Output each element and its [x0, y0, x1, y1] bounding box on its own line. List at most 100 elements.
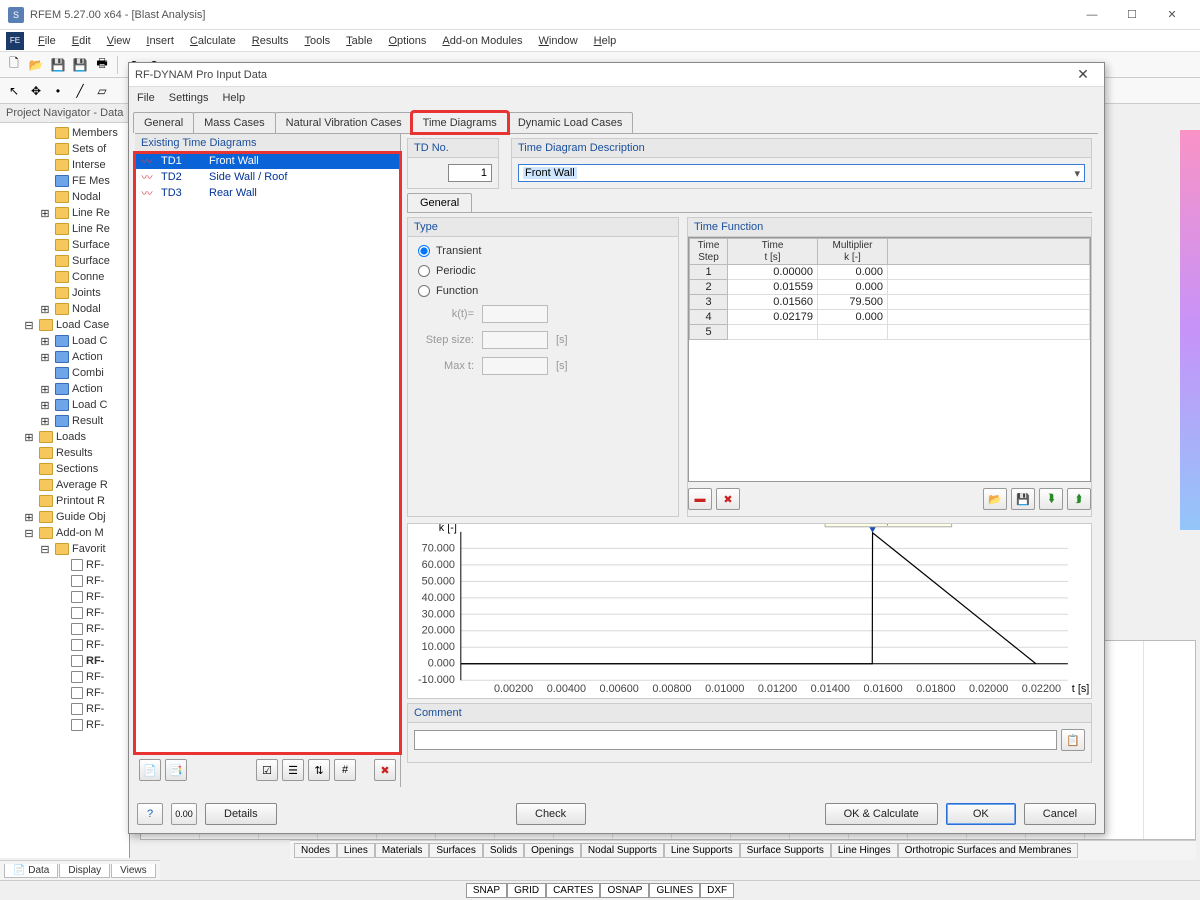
nav-item[interactable]: ⊞Load C — [2, 333, 127, 349]
dlg-menu-file[interactable]: File — [137, 92, 155, 104]
nav-item[interactable]: ⊞Action — [2, 349, 127, 365]
td-desc-combo[interactable]: Front Wall ▾ — [518, 164, 1085, 182]
nav-item[interactable]: Sets of — [2, 141, 127, 157]
td-list-item[interactable]: 〰TD3Rear Wall — [135, 185, 400, 201]
dlg-menu-settings[interactable]: Settings — [169, 92, 209, 104]
import-button[interactable]: 📂 — [983, 488, 1007, 510]
nav-item[interactable]: ⊟Load Case — [2, 317, 127, 333]
view-tab[interactable]: Openings — [524, 843, 581, 858]
dlg-menu-help[interactable]: Help — [222, 92, 245, 104]
status-grid[interactable]: GRID — [507, 883, 546, 898]
status-snap[interactable]: SNAP — [466, 883, 507, 898]
nav-item[interactable]: FE Mes — [2, 173, 127, 189]
line-icon[interactable]: ╱ — [70, 81, 90, 101]
close-button[interactable]: ✕ — [1152, 3, 1192, 27]
radio-transient[interactable]: Transient — [418, 245, 668, 257]
print-icon[interactable]: 🖶 — [92, 55, 112, 75]
menu-add-on modules[interactable]: Add-on Modules — [434, 33, 530, 49]
menu-table[interactable]: Table — [338, 33, 380, 49]
help-button[interactable]: ? — [137, 803, 163, 825]
view-tab[interactable]: Line Hinges — [831, 843, 898, 858]
nav-tab-data[interactable]: 📄 Data — [4, 864, 58, 878]
view-tab[interactable]: Lines — [337, 843, 375, 858]
view-tab[interactable]: Line Supports — [664, 843, 740, 858]
nav-item[interactable]: RF- — [2, 701, 127, 717]
select-button[interactable]: ☰ — [282, 759, 304, 781]
nav-item[interactable]: ⊞Loads — [2, 429, 127, 445]
node-icon[interactable]: • — [48, 81, 68, 101]
status-cartes[interactable]: CARTES — [546, 883, 600, 898]
nav-item[interactable]: ⊟Add-on M — [2, 525, 127, 541]
maximize-button[interactable]: ☐ — [1112, 3, 1152, 27]
minimize-button[interactable]: — — [1072, 3, 1112, 27]
new-icon[interactable]: 🗋 — [4, 55, 24, 75]
status-dxf[interactable]: DXF — [700, 883, 734, 898]
cancel-button[interactable]: Cancel — [1024, 803, 1096, 825]
nav-item[interactable]: RF- — [2, 685, 127, 701]
units-button[interactable]: 0.00 — [171, 803, 197, 825]
nav-item[interactable]: RF- — [2, 669, 127, 685]
nav-item[interactable]: RF- — [2, 589, 127, 605]
menu-insert[interactable]: Insert — [138, 33, 182, 49]
view-tab[interactable]: Surface Supports — [740, 843, 831, 858]
nav-item[interactable]: ⊞Guide Obj — [2, 509, 127, 525]
status-glines[interactable]: GLINES — [649, 883, 700, 898]
nav-item[interactable]: RF- — [2, 717, 127, 733]
nav-item[interactable]: Printout R — [2, 493, 127, 509]
td-list-item[interactable]: 〰TD1Front Wall — [135, 153, 400, 169]
comment-input[interactable] — [414, 730, 1057, 750]
nav-item[interactable]: RF- — [2, 573, 127, 589]
nav-item[interactable]: ⊞Line Re — [2, 205, 127, 221]
status-osnap[interactable]: OSNAP — [600, 883, 649, 898]
tab-mass-cases[interactable]: Mass Cases — [193, 112, 276, 133]
nav-item[interactable]: ⊞Load C — [2, 397, 127, 413]
nav-item[interactable]: Line Re — [2, 221, 127, 237]
details-button[interactable]: Details — [205, 803, 277, 825]
nav-item[interactable]: RF- — [2, 557, 127, 573]
renumber-button[interactable]: # — [334, 759, 356, 781]
tab-dynamic-load-cases[interactable]: Dynamic Load Cases — [507, 112, 634, 133]
open-icon[interactable]: 📂 — [26, 55, 46, 75]
nav-tab-views[interactable]: Views — [111, 864, 156, 878]
tab-time-diagrams[interactable]: Time Diagrams — [412, 112, 508, 133]
delete-row-button[interactable]: ▬ — [688, 488, 712, 510]
nav-item[interactable]: Joints — [2, 285, 127, 301]
view-tab[interactable]: Surfaces — [429, 843, 482, 858]
radio-function[interactable]: Function — [418, 285, 668, 297]
nav-item[interactable]: RF- — [2, 653, 127, 669]
nav-item[interactable]: Conne — [2, 269, 127, 285]
view-tab[interactable]: Orthotropic Surfaces and Membranes — [898, 843, 1079, 858]
subtab-general[interactable]: General — [407, 193, 472, 212]
menu-options[interactable]: Options — [380, 33, 434, 49]
move-icon[interactable]: ✥ — [26, 81, 46, 101]
menu-results[interactable]: Results — [244, 33, 297, 49]
nav-item[interactable]: ⊞Result — [2, 413, 127, 429]
menu-tools[interactable]: Tools — [296, 33, 338, 49]
nav-item[interactable]: Interse — [2, 157, 127, 173]
nav-item[interactable]: Results — [2, 445, 127, 461]
sort-button[interactable]: ⇅ — [308, 759, 330, 781]
td-list-item[interactable]: 〰TD2Side Wall / Roof — [135, 169, 400, 185]
check-button[interactable]: Check — [516, 803, 586, 825]
surface-icon[interactable]: ▱ — [92, 81, 112, 101]
nav-item[interactable]: Surface — [2, 237, 127, 253]
nav-item[interactable]: Surface — [2, 253, 127, 269]
nav-item[interactable]: RF- — [2, 637, 127, 653]
nav-item[interactable]: Nodal — [2, 189, 127, 205]
dialog-close-button[interactable]: ✕ — [1068, 66, 1098, 83]
new-td-button[interactable]: 📄 — [139, 759, 161, 781]
nav-item[interactable]: Combi — [2, 365, 127, 381]
save-tf-button[interactable]: 💾 — [1011, 488, 1035, 510]
ok-calculate-button[interactable]: OK & Calculate — [825, 803, 938, 825]
nav-item[interactable]: ⊞Nodal — [2, 301, 127, 317]
nav-item[interactable]: ⊟Favorit — [2, 541, 127, 557]
tab-general[interactable]: General — [133, 112, 194, 133]
view-tab[interactable]: Materials — [375, 843, 430, 858]
view-tab[interactable]: Nodes — [294, 843, 337, 858]
radio-periodic[interactable]: Periodic — [418, 265, 668, 277]
tf-table[interactable]: TimeStepTimet [s]Multiplierk [-]10.00000… — [688, 237, 1091, 482]
saveall-icon[interactable]: 💾 — [70, 55, 90, 75]
save-icon[interactable]: 💾 — [48, 55, 68, 75]
menu-view[interactable]: View — [99, 33, 139, 49]
menu-window[interactable]: Window — [531, 33, 586, 49]
